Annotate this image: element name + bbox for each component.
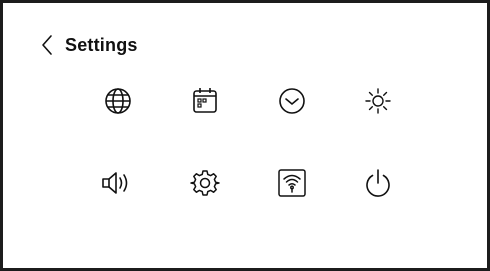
- page-title: Settings: [65, 34, 138, 55]
- power-setting-button[interactable]: [356, 161, 400, 205]
- clock-icon: [277, 86, 307, 116]
- network-setting-button[interactable]: [270, 161, 314, 205]
- calendar-icon: [190, 86, 220, 116]
- language-setting-button[interactable]: [96, 79, 140, 123]
- volume-icon: [100, 168, 132, 198]
- chevron-left-icon[interactable]: [41, 34, 55, 56]
- wifi-icon: [276, 167, 308, 199]
- header: Settings: [41, 33, 138, 57]
- globe-icon: [103, 86, 133, 116]
- brightness-setting-button[interactable]: [356, 79, 400, 123]
- power-icon: [363, 168, 393, 198]
- date-setting-button[interactable]: [183, 79, 227, 123]
- time-setting-button[interactable]: [270, 79, 314, 123]
- brightness-icon: [363, 86, 393, 116]
- gear-icon: [190, 168, 220, 198]
- volume-setting-button[interactable]: [94, 161, 138, 205]
- settings-screen: Settings: [3, 3, 487, 268]
- general-setting-button[interactable]: [183, 161, 227, 205]
